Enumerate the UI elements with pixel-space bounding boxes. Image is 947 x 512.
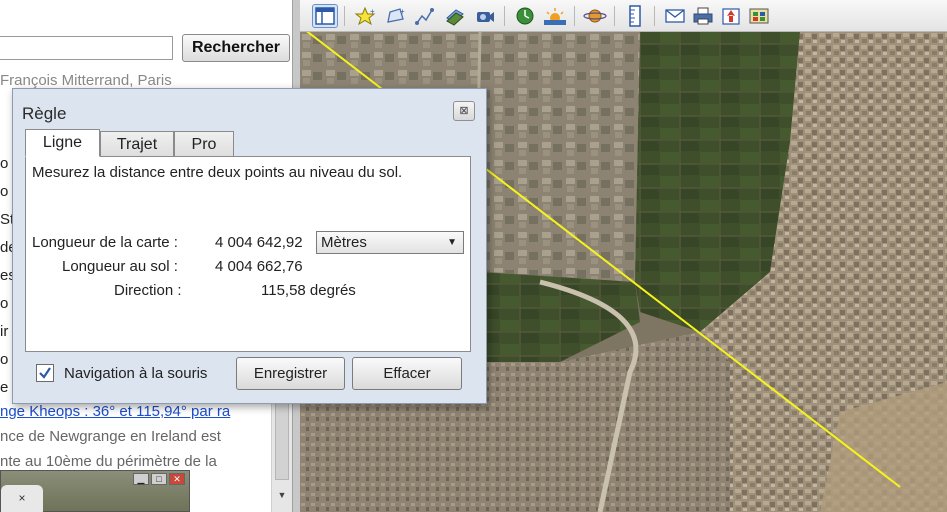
unit-dropdown[interactable]: Mètres ▼: [316, 231, 464, 254]
chevron-down-icon: ▼: [447, 237, 457, 248]
ground-length-value: 4 004 662,76: [215, 258, 303, 275]
toolbar: + +: [300, 0, 947, 32]
direction-value: 115,58 degrés: [261, 282, 356, 299]
search-input[interactable]: [0, 36, 173, 60]
placemark-icon[interactable]: +: [352, 4, 378, 28]
sidebar-toggle-icon[interactable]: [312, 4, 338, 28]
planets-icon[interactable]: [582, 4, 608, 28]
mini-window-tab[interactable]: ×: [1, 485, 43, 512]
tab-panel: Mesurez la distance entre deux points au…: [25, 156, 471, 352]
sunlight-icon[interactable]: [542, 4, 568, 28]
clear-button[interactable]: Effacer: [352, 357, 462, 390]
layers-icon[interactable]: [746, 4, 772, 28]
polygon-icon[interactable]: +: [382, 4, 408, 28]
search-row: Rechercher: [0, 32, 292, 64]
tab-line[interactable]: Ligne: [25, 129, 100, 157]
ground-length-label: Longueur au sol :: [62, 258, 178, 275]
checkmark-icon: [39, 367, 51, 379]
image-overlay-icon[interactable]: [442, 4, 468, 28]
document-text-line: nte au 10ème du périmètre de la: [0, 453, 217, 470]
maximize-icon[interactable]: □: [151, 473, 167, 485]
measure-description: Mesurez la distance entre deux points au…: [32, 164, 403, 181]
tour-icon[interactable]: [472, 4, 498, 28]
path-icon[interactable]: [412, 4, 438, 28]
mouse-navigation-checkbox[interactable]: [36, 364, 54, 382]
map-length-value: 4 004 642,92: [215, 234, 303, 251]
svg-text:+: +: [370, 7, 375, 16]
dialog-title: Règle: [22, 104, 67, 123]
window-controls: ▁ □ ✕: [133, 473, 185, 485]
save-button[interactable]: Enregistrer: [236, 357, 345, 390]
svg-text:+: +: [400, 7, 405, 16]
close-icon[interactable]: ✕: [169, 473, 185, 485]
email-icon[interactable]: [662, 4, 688, 28]
search-button[interactable]: Rechercher: [182, 34, 290, 62]
unit-dropdown-value: Mètres: [321, 234, 367, 251]
tab-path[interactable]: Trajet: [100, 131, 174, 157]
document-text-line: nce de Newgrange en Ireland est: [0, 428, 221, 445]
map-length-label: Longueur de la carte :: [32, 234, 178, 251]
minimized-window[interactable]: × ▁ □ ✕: [0, 470, 190, 512]
scroll-down-arrow-icon[interactable]: ▼: [275, 490, 289, 508]
historical-imagery-icon[interactable]: [512, 4, 538, 28]
minimize-icon[interactable]: ▁: [133, 473, 149, 485]
direction-label: Direction :: [114, 282, 182, 299]
search-result[interactable]: François Mitterrand, Paris: [0, 72, 172, 89]
print-icon[interactable]: [690, 4, 716, 28]
document-link[interactable]: nge Kheops : 36° et 115,94° par ra: [0, 403, 230, 420]
view-in-maps-icon[interactable]: [718, 4, 744, 28]
mouse-navigation-label[interactable]: Navigation à la souris: [64, 365, 207, 382]
ruler-dialog: Règle ⊠ Ligne Trajet Pro Mesurez la dist…: [12, 88, 487, 404]
close-button[interactable]: ⊠: [453, 101, 475, 121]
ruler-icon[interactable]: [622, 4, 648, 28]
tab-pro[interactable]: Pro: [174, 131, 234, 157]
